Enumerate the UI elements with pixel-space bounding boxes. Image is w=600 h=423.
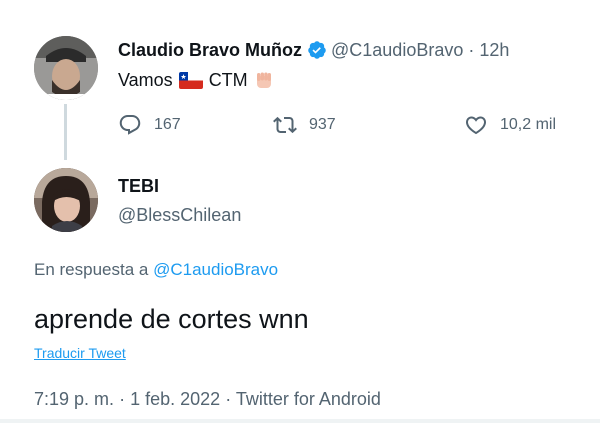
reply-icon: [119, 115, 141, 135]
tweet-time[interactable]: 7:19 p. m.: [34, 389, 114, 409]
tweet-actions: 167 937 10,2 mil: [118, 112, 578, 138]
separator-dot: ·: [468, 39, 475, 60]
retweet-count: 937: [309, 116, 336, 133]
thread-line: [64, 104, 67, 160]
reply-tweet-text: aprende de cortes wnn: [34, 304, 309, 334]
in-reply-mention-link[interactable]: @C1audioBravo: [153, 260, 278, 279]
avatar[interactable]: [34, 36, 98, 100]
tweet-source: Twitter for Android: [235, 389, 381, 409]
like-button[interactable]: 10,2 mil: [464, 112, 556, 138]
tweet-metadata: 7:19 p. m. · 1 feb. 2022 · Twitter for A…: [34, 389, 381, 410]
retweet-button[interactable]: 937: [273, 112, 336, 138]
retweet-icon: [273, 116, 297, 134]
verified-badge-icon: [307, 40, 327, 60]
parent-tweet[interactable]: Claudio Bravo Muñoz @C1audioBravo · 12h …: [0, 0, 600, 170]
separator-dot: ·: [225, 389, 232, 409]
reply-button[interactable]: 167: [118, 112, 181, 138]
separator-dot: ·: [119, 389, 126, 409]
parent-tweet-text: Vamos CTM: [118, 70, 274, 91]
in-reply-prefix: En respuesta a: [34, 260, 149, 279]
divider: [0, 419, 600, 423]
avatar-photo: [34, 168, 98, 232]
tweet-text-part: Vamos: [118, 70, 173, 90]
in-reply-to: En respuesta a @C1audioBravo: [34, 260, 278, 280]
heart-icon: [465, 116, 487, 135]
translate-tweet-link[interactable]: Traducir Tweet: [34, 345, 126, 361]
reply-author-name[interactable]: TEBI: [118, 176, 159, 197]
author-handle[interactable]: @C1audioBravo: [331, 40, 463, 61]
tweet-text-part: CTM: [208, 70, 248, 90]
reply-author-handle[interactable]: @BlessChilean: [118, 205, 241, 226]
avatar-photo: [34, 36, 98, 100]
chile-flag-icon: [178, 72, 203, 89]
like-count: 10,2 mil: [500, 116, 557, 133]
avatar[interactable]: [34, 168, 98, 232]
reply-count: 167: [154, 116, 181, 133]
tweet-time[interactable]: 12h: [479, 40, 509, 61]
raised-fist-icon: [254, 71, 274, 91]
parent-tweet-header: Claudio Bravo Muñoz @C1audioBravo · 12h: [118, 38, 509, 62]
tweet-date[interactable]: 1 feb. 2022: [130, 389, 220, 409]
author-name[interactable]: Claudio Bravo Muñoz: [118, 40, 302, 61]
